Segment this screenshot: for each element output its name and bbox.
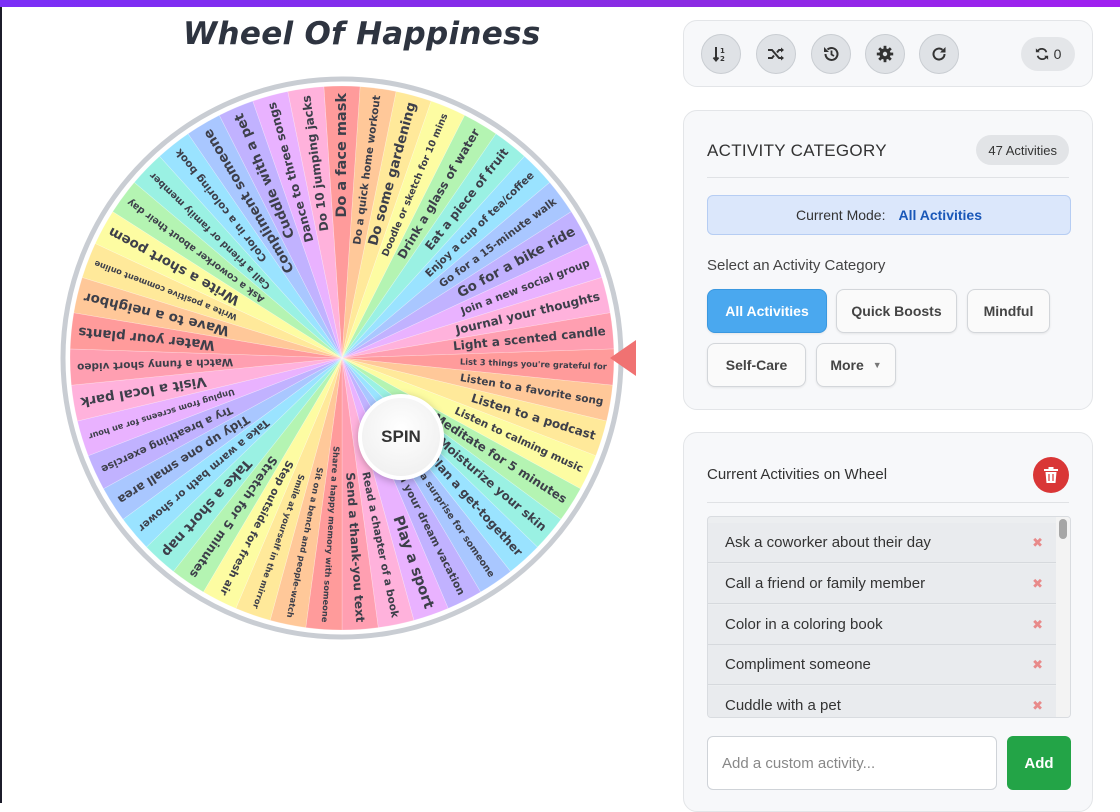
category-divider — [707, 177, 1069, 178]
chevron-down-icon: ▼ — [872, 360, 882, 370]
wheel[interactable]: Do a face mask Do a quick home workout Do … — [60, 76, 624, 640]
remove-icon[interactable]: ✖ — [1032, 698, 1043, 714]
category-more-label: More — [830, 357, 864, 373]
svg-text:2: 2 — [720, 55, 725, 63]
remove-icon[interactable]: ✖ — [1032, 576, 1043, 592]
wheel-pointer-icon — [610, 340, 636, 376]
current-mode-value: All Activities — [898, 207, 982, 223]
list-scrollbar[interactable] — [1056, 517, 1070, 717]
wheel-segment-label: Do a face mask — [334, 93, 350, 218]
spin-count: 0 — [1053, 46, 1062, 62]
sort-button[interactable]: 12 — [701, 34, 741, 74]
shuffle-icon — [768, 47, 784, 61]
activities-heading: Current Activities on Wheel — [707, 466, 888, 483]
remove-icon[interactable]: ✖ — [1032, 617, 1043, 633]
select-category-label: Select an Activity Category — [707, 257, 886, 274]
category-more-dropdown[interactable]: More ▼ — [816, 343, 896, 387]
category-heading: ACTIVITY CATEGORY — [707, 141, 887, 160]
activities-divider — [707, 502, 1069, 503]
list-item-label: Cuddle with a pet — [725, 697, 841, 714]
list-item: Call a friend or family member ✖ — [708, 564, 1057, 604]
left-edge-line — [0, 7, 2, 803]
list-item-label: Compliment someone — [725, 656, 871, 673]
list-item-label: Ask a coworker about their day — [725, 534, 931, 551]
wheel-graphic[interactable]: Do a face mask Do a quick home workoutDo … — [60, 76, 624, 640]
category-self-care-button[interactable]: Self-Care — [707, 343, 806, 387]
clear-all-button[interactable] — [1033, 457, 1069, 493]
toolbar-panel: 12 0 — [683, 20, 1093, 87]
shuffle-button[interactable] — [756, 34, 796, 74]
category-all-activities-button[interactable]: All Activities — [707, 289, 827, 333]
list-scrollbar-thumb[interactable] — [1059, 519, 1067, 539]
list-item-label: Call a friend or family member — [725, 575, 926, 592]
list-item: Cuddle with a pet ✖ — [708, 686, 1057, 717]
remove-icon[interactable]: ✖ — [1032, 657, 1043, 673]
current-mode-box: Current Mode: All Activities — [707, 195, 1071, 235]
list-item: Compliment someone ✖ — [708, 645, 1057, 685]
top-accent-bar — [0, 0, 1120, 7]
history-icon — [824, 46, 839, 61]
activities-panel: Current Activities on Wheel Ask a cowork… — [683, 432, 1093, 812]
add-activity-button[interactable]: Add — [1007, 736, 1071, 790]
current-mode-label: Current Mode: — [796, 207, 886, 223]
remove-icon[interactable]: ✖ — [1032, 535, 1043, 551]
redo-icon — [932, 47, 946, 61]
settings-button[interactable] — [865, 34, 905, 74]
sort-icon: 12 — [712, 47, 725, 63]
list-item-label: Color in a coloring book — [725, 616, 883, 633]
list-item: Color in a coloring book ✖ — [708, 605, 1057, 645]
page-title: Wheel Of Happiness — [183, 16, 541, 52]
spin-button[interactable]: SPIN — [358, 394, 444, 480]
sync-icon — [1035, 48, 1048, 60]
category-mindful-button[interactable]: Mindful — [967, 289, 1050, 333]
spin-counter: 0 — [1021, 37, 1075, 71]
svg-text:1: 1 — [720, 47, 725, 55]
list-item: Ask a coworker about their day ✖ — [708, 523, 1057, 563]
category-quick-boosts-button[interactable]: Quick Boosts — [836, 289, 957, 333]
category-panel: ACTIVITY CATEGORY 47 Activities Current … — [683, 110, 1093, 410]
activity-count-badge: 47 Activities — [976, 135, 1069, 165]
history-button[interactable] — [811, 34, 851, 74]
gear-icon — [876, 45, 894, 63]
trash-icon — [1044, 467, 1058, 483]
custom-activity-input[interactable] — [707, 736, 997, 790]
reset-button[interactable] — [919, 34, 959, 74]
activities-list[interactable]: Ask a coworker about their day ✖ Call a … — [707, 516, 1071, 718]
